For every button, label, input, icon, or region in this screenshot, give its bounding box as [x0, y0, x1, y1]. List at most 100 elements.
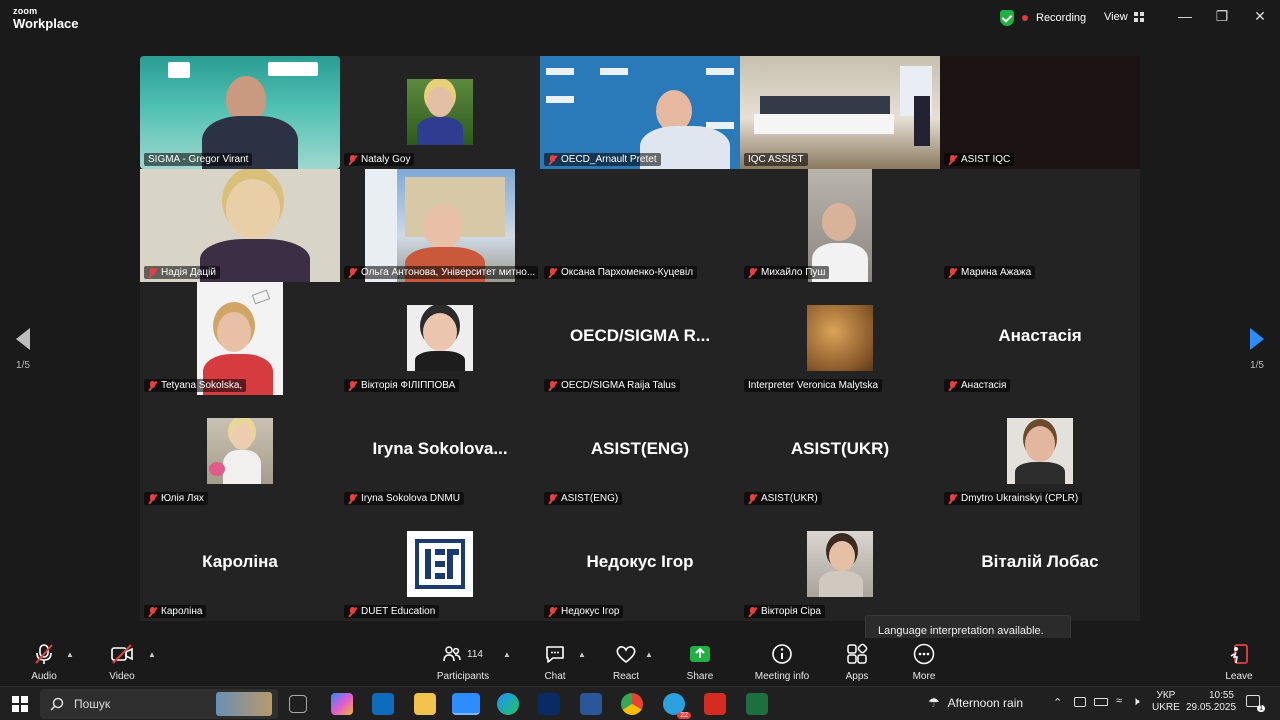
- participant-tile[interactable]: ASIST(ENG) ASIST(ENG): [540, 395, 740, 508]
- weather-widget[interactable]: ☂ Afternoon rain: [928, 695, 1023, 711]
- participant-tile[interactable]: Недокус Ігор Недокус Ігор: [540, 508, 740, 621]
- participant-name: OECD_Arnault Pretet: [544, 153, 661, 166]
- leave-button[interactable]: Leave: [1222, 642, 1256, 682]
- apps-icon: [847, 643, 868, 664]
- participant-tile[interactable]: Кароліна Кароліна: [140, 508, 340, 621]
- zoom-taskbar-icon[interactable]: [452, 693, 480, 715]
- participant-tile[interactable]: Надія Дацій: [140, 169, 340, 282]
- minimize-icon[interactable]: —: [1175, 8, 1195, 24]
- participants-count: 114: [467, 648, 483, 660]
- recording-dot-icon: [1022, 15, 1028, 21]
- tray-overflow-icon[interactable]: ⌃: [1053, 696, 1062, 709]
- copilot-icon[interactable]: [331, 693, 353, 715]
- zoom-logo: zoom Workplace: [13, 7, 79, 31]
- encryption-shield-icon[interactable]: [1000, 10, 1014, 26]
- page-indicator-left: 1/5: [16, 360, 30, 371]
- info-icon: [772, 644, 792, 664]
- view-button[interactable]: View: [1104, 11, 1144, 23]
- grid-view-icon: [1133, 12, 1144, 22]
- meeting-toolbar: Audio ▲ Video ▲ 114 Participants ▲ Chat …: [0, 638, 1280, 686]
- mic-muted-icon: [948, 380, 957, 391]
- participant-tile[interactable]: Вікторія ФІЛІППОВА: [340, 282, 540, 395]
- windows-start-icon[interactable]: [12, 696, 28, 712]
- participant-display-name: Недокус Ігор: [586, 552, 694, 571]
- wifi-icon[interactable]: ≈: [1116, 695, 1122, 707]
- participant-tile[interactable]: SIGMA - Gregor Virant: [140, 56, 340, 169]
- mic-muted-icon: [948, 267, 957, 278]
- notification-icon[interactable]: 1: [1246, 695, 1265, 712]
- more-button[interactable]: More: [906, 642, 942, 682]
- acrobat-icon[interactable]: [704, 693, 726, 715]
- chrome-icon[interactable]: [621, 693, 643, 715]
- participant-tile[interactable]: Марина Ажажа: [940, 169, 1140, 282]
- video-button[interactable]: Video: [104, 642, 140, 682]
- participant-tile[interactable]: Вікторія Сіра: [740, 508, 940, 621]
- participant-name: OECD/SIGMA Raija Talus: [544, 379, 680, 392]
- excel-icon[interactable]: [746, 693, 768, 715]
- participant-tile[interactable]: IQC ASSIST: [740, 56, 940, 169]
- mic-muted-icon: [348, 154, 357, 165]
- clock[interactable]: 10:55 29.05.2025: [1186, 690, 1236, 714]
- participants-options-caret[interactable]: ▲: [503, 650, 511, 659]
- participant-tile[interactable]: Юлія Лях: [140, 395, 340, 508]
- volume-icon[interactable]: 🕨: [1132, 694, 1140, 709]
- restore-icon[interactable]: ❐: [1212, 8, 1232, 25]
- share-button[interactable]: Share: [682, 642, 718, 682]
- profile-photo: [407, 305, 473, 371]
- participant-tile[interactable]: Оксана Пархоменко-Куцевіл: [540, 169, 740, 282]
- close-icon[interactable]: ✕: [1250, 8, 1270, 25]
- profile-photo: [207, 418, 273, 484]
- participant-tile[interactable]: Михайло Пуш: [740, 169, 940, 282]
- chat-options-caret[interactable]: ▲: [578, 650, 586, 659]
- react-options-caret[interactable]: ▲: [645, 650, 653, 659]
- participant-tile[interactable]: ASIST IQC: [940, 56, 1140, 169]
- prev-page-button[interactable]: 1/5: [8, 328, 38, 371]
- recording-indicator[interactable]: Recording: [1000, 10, 1086, 26]
- task-view-icon[interactable]: [289, 695, 307, 713]
- meeting-info-button[interactable]: Meeting info: [748, 642, 816, 682]
- battery-icon[interactable]: [1094, 698, 1108, 706]
- participant-tile[interactable]: Ольга Антонова, Університет митно...: [340, 169, 540, 282]
- onedrive-icon[interactable]: [1074, 697, 1086, 707]
- participant-tile[interactable]: Iryna Sokolova... Iryna Sokolova DNMU: [340, 395, 540, 508]
- participant-tile[interactable]: Анастасія Анастасія: [940, 282, 1140, 395]
- participant-tile[interactable]: OECD_Arnault Pretet: [540, 56, 740, 169]
- participant-tile[interactable]: OECD/SIGMA R... OECD/SIGMA Raija Talus: [540, 282, 740, 395]
- participant-display-name: Кароліна: [202, 552, 278, 571]
- react-button[interactable]: React: [608, 642, 644, 682]
- mic-muted-icon: [748, 606, 757, 617]
- audio-button[interactable]: Audio: [26, 642, 62, 682]
- view-label: View: [1104, 11, 1128, 23]
- participant-name: Юлія Лях: [144, 492, 208, 505]
- telegram-icon[interactable]: 22: [663, 693, 691, 719]
- participant-tile[interactable]: Tetyana Sokolska,: [140, 282, 340, 395]
- webex-icon[interactable]: [538, 693, 560, 715]
- participant-name: Ольга Антонова, Університет митно...: [344, 266, 538, 279]
- chat-button[interactable]: Chat: [538, 642, 572, 682]
- apps-button[interactable]: Apps: [840, 642, 874, 682]
- input-language-indicator[interactable]: УКР UKRE: [1152, 690, 1180, 714]
- video-options-caret[interactable]: ▲: [148, 650, 156, 659]
- participant-name: Вікторія Сіра: [744, 605, 825, 618]
- apps-label: Apps: [845, 671, 869, 682]
- participant-tile[interactable]: Віталій Лобас: [940, 508, 1140, 621]
- participant-tile[interactable]: Nataly Goy: [340, 56, 540, 169]
- word-icon[interactable]: [580, 693, 602, 715]
- participant-tile[interactable]: Interpreter Veronica Malytska: [740, 282, 940, 395]
- participants-button[interactable]: 114 Participants: [434, 642, 492, 682]
- participant-tile[interactable]: ASIST(UKR) ASIST(UKR): [740, 395, 940, 508]
- participant-tile[interactable]: Dmytro Ukrainskyi (CPLR): [940, 395, 1140, 508]
- telegram-badge: 22: [677, 712, 691, 719]
- participant-display-name: Iryna Sokolova...: [372, 439, 508, 458]
- next-page-button[interactable]: 1/5: [1242, 328, 1272, 371]
- participant-tile[interactable]: DUET Education: [340, 508, 540, 621]
- file-explorer-icon[interactable]: [414, 693, 436, 715]
- search-highlight-image: [216, 692, 272, 716]
- participant-name: Кароліна: [144, 605, 207, 618]
- meeting-stage: 1/5 1/5 SIGMA - Gregor Virant Nataly Goy: [0, 38, 1280, 667]
- mic-muted-icon: [548, 380, 557, 391]
- taskbar-search-input[interactable]: Пошук: [40, 689, 278, 719]
- outlook-icon[interactable]: [372, 693, 394, 715]
- audio-options-caret[interactable]: ▲: [66, 650, 74, 659]
- edge-icon[interactable]: [497, 693, 519, 715]
